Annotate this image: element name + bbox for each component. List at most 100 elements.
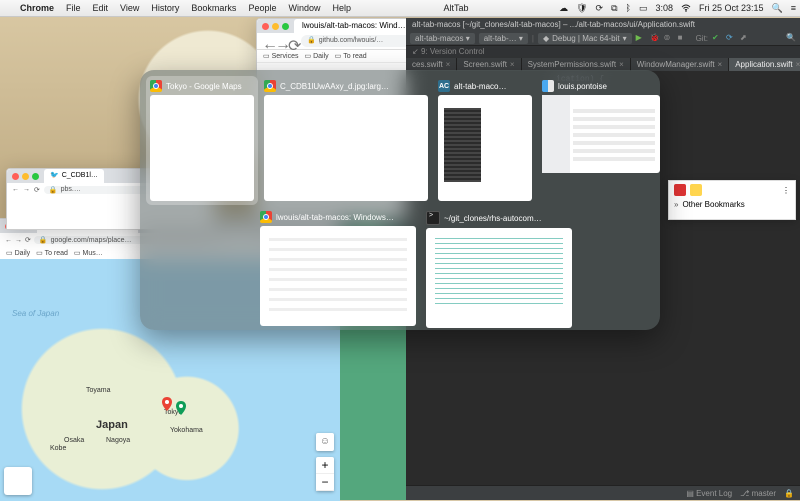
menu-edit[interactable]: Edit xyxy=(87,3,115,13)
menubar-notification-icon[interactable]: ≡ xyxy=(787,3,800,13)
ide-tab-active[interactable]: Application.swift× xyxy=(729,58,800,72)
zoom-window-button[interactable] xyxy=(32,173,39,180)
switcher-window-title: ~/git_clones/rhs-autocom… xyxy=(444,214,542,223)
other-bookmarks-label[interactable]: Other Bookmarks xyxy=(682,200,744,209)
menubar-battery-icon[interactable]: ▭ xyxy=(635,3,652,14)
ide-run-button[interactable]: ▶ xyxy=(636,33,646,43)
menubar-cloud-icon[interactable]: ☁︎ xyxy=(555,3,572,14)
reload-button[interactable]: ⟳ xyxy=(34,186,40,194)
bookmark-folder[interactable]: ▭ Daily xyxy=(304,52,328,60)
bookmark-folder[interactable]: ▭ Services xyxy=(263,52,298,60)
alttab-switcher[interactable]: Tokyo - Google Maps C_CDB1lUwAAxy_d.jpg:l… xyxy=(140,70,660,330)
map-city-label: Japan xyxy=(96,419,128,431)
close-window-button[interactable] xyxy=(12,173,19,180)
bookmark-folder[interactable]: ▭ To read xyxy=(335,52,367,60)
switcher-window-header: C_CDB1lUwAAxy_d.jpg:larg… xyxy=(264,80,428,92)
bookmark-folder[interactable]: ▭ Daily xyxy=(6,249,30,257)
ide-git-commit-icon[interactable]: ⟳ xyxy=(726,33,736,43)
map-city-label: Osaka xyxy=(64,437,84,444)
reload-button[interactable]: ⟳ xyxy=(288,36,298,46)
maps-pegman[interactable]: ☺ xyxy=(316,433,334,451)
reload-button[interactable]: ⟳ xyxy=(25,236,31,244)
close-icon[interactable]: × xyxy=(718,58,723,72)
map-pin-tokyo[interactable] xyxy=(162,397,172,411)
appcode-icon: AC xyxy=(438,80,450,92)
switcher-window[interactable]: Tokyo - Google Maps xyxy=(146,76,258,205)
close-icon[interactable]: × xyxy=(796,58,800,72)
menu-file[interactable]: File xyxy=(60,3,87,13)
bookmark-folder[interactable]: ▭ Mus… xyxy=(74,249,103,257)
ide-target-selector[interactable]: alt-tab-… ▾ xyxy=(479,33,528,44)
switcher-window-title: alt-tab-maco… xyxy=(454,82,506,91)
menu-help[interactable]: Help xyxy=(326,3,357,13)
ide-version-control-panel[interactable]: ↙ 9: Version Control xyxy=(406,46,800,58)
ext-icon-pdf[interactable] xyxy=(674,184,686,196)
ide-titlebar: alt-tab-macos [~/git_clones/alt-tab-maco… xyxy=(406,18,800,31)
bookmark-folder[interactable]: ▭ To read xyxy=(36,249,68,257)
menu-window[interactable]: Window xyxy=(282,3,326,13)
ide-git-update-icon[interactable]: ✔ xyxy=(712,33,722,43)
ide-event-log[interactable]: ▤ Event Log xyxy=(686,489,732,498)
chrome-tab[interactable]: 🐦C_CDB1l… xyxy=(44,169,104,183)
menu-view[interactable]: View xyxy=(114,3,145,13)
lock-icon: 🔒 xyxy=(49,186,58,194)
back-button[interactable]: ← xyxy=(12,186,19,193)
zoom-window-button[interactable] xyxy=(282,23,289,30)
chrome-tab[interactable]: lwouis/alt-tab-macos: Wind… xyxy=(294,19,414,33)
maps-zoom-control: + − xyxy=(316,457,334,491)
switcher-window[interactable]: ~/git_clones/rhs-autocom… xyxy=(426,211,572,328)
menubar-bluetooth-icon[interactable]: ᛒ xyxy=(622,3,635,13)
back-button[interactable]: ← xyxy=(262,36,272,46)
switcher-window[interactable]: louis.pontoise xyxy=(542,80,660,201)
menubar-updates-icon[interactable]: ⟳ xyxy=(592,3,608,14)
chrome-menu-icon[interactable]: ⋮ xyxy=(782,186,790,195)
chrome-extension-popup[interactable]: ⋮ » Other Bookmarks xyxy=(668,180,796,220)
close-window-button[interactable] xyxy=(262,23,269,30)
switcher-window-thumbnail xyxy=(426,228,572,328)
forward-button[interactable]: → xyxy=(15,237,22,244)
switcher-window-title: C_CDB1lUwAAxy_d.jpg:larg… xyxy=(280,82,389,91)
ide-run-config[interactable]: ◆ Debug | Mac 64-bit ▾ xyxy=(538,33,632,44)
ide-stop-button[interactable]: ■ xyxy=(678,33,688,43)
menubar-app-name[interactable]: Chrome xyxy=(14,3,60,13)
finder-icon xyxy=(542,80,554,92)
menubar-time[interactable]: 3:08 xyxy=(651,3,677,13)
macos-menubar: Chrome File Edit View History Bookmarks … xyxy=(0,0,800,17)
ide-debug-button[interactable]: 🐞 xyxy=(650,33,660,43)
ide-toolbar: alt-tab-macos ▾ alt-tab-… ▾ | ◆ Debug | … xyxy=(406,31,800,46)
menu-history[interactable]: History xyxy=(145,3,185,13)
ide-profile-button[interactable]: ⊚ xyxy=(664,33,674,43)
switcher-window[interactable]: C_CDB1lUwAAxy_d.jpg:larg… xyxy=(264,80,428,201)
maps-layers-button[interactable] xyxy=(4,467,32,495)
minimize-window-button[interactable] xyxy=(22,173,29,180)
switcher-window[interactable]: AC alt-tab-maco… xyxy=(438,80,532,201)
menu-bookmarks[interactable]: Bookmarks xyxy=(185,3,242,13)
ide-statusbar: ▤ Event Log ⎇ master 🔒 xyxy=(406,485,800,500)
menubar-shield-icon[interactable]: 🛡 xyxy=(572,3,591,14)
minimize-window-button[interactable] xyxy=(272,23,279,30)
window-traffic-lights xyxy=(257,23,294,30)
menubar-date[interactable]: Fri 25 Oct 23:15 xyxy=(695,3,768,13)
menubar-wifi-icon[interactable] xyxy=(677,3,695,14)
maps-zoom-in[interactable]: + xyxy=(316,457,334,474)
menu-people[interactable]: People xyxy=(242,3,282,13)
chrome-icon xyxy=(260,211,272,223)
lock-icon[interactable]: 🔒 xyxy=(784,489,794,498)
map-pin-secondary[interactable] xyxy=(176,401,186,415)
menubar-spotlight-icon[interactable]: 🔍 xyxy=(768,3,787,14)
menubar-dropbox-icon[interactable]: ⧉ xyxy=(607,3,621,14)
back-button[interactable]: ← xyxy=(5,237,12,244)
ext-icon-emoji[interactable] xyxy=(690,184,702,196)
ide-search-icon[interactable]: 🔍 xyxy=(786,33,796,43)
switcher-window-header: louis.pontoise xyxy=(542,80,660,92)
forward-button[interactable]: → xyxy=(23,186,30,193)
forward-button[interactable]: → xyxy=(275,36,285,46)
switcher-window[interactable]: lwouis/alt-tab-macos: Windows… xyxy=(260,211,416,328)
ide-git-branch[interactable]: ⎇ master xyxy=(740,489,776,498)
ide-project-selector[interactable]: alt-tab-macos ▾ xyxy=(410,33,475,44)
switcher-window-header: lwouis/alt-tab-macos: Windows… xyxy=(260,211,416,223)
switcher-window-title: Tokyo - Google Maps xyxy=(166,82,242,91)
maps-zoom-out[interactable]: − xyxy=(316,474,334,491)
menubar-center-app[interactable]: AltTab xyxy=(440,3,473,13)
ide-git-push-icon[interactable]: ⬈ xyxy=(740,33,750,43)
